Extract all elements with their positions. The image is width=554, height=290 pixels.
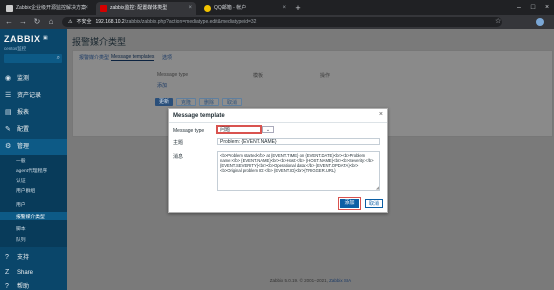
tab-message-templates[interactable]: Message templates (111, 54, 155, 61)
column-header-actions: 操作 (320, 73, 331, 79)
new-tab-icon[interactable]: + (292, 2, 304, 14)
gear-icon: ⚙ (5, 143, 12, 150)
sidebar-item-label: 配置 (17, 127, 30, 133)
message-line: <b>Original problem ID:</b> {EVENT.ID}<b… (220, 168, 336, 173)
list-icon: ☰ (5, 92, 12, 99)
sidebar-item-inventory[interactable]: ☰ 资产记录 (0, 88, 67, 104)
update-button[interactable]: 更新 (155, 98, 174, 106)
wrench-icon: ✎ (5, 126, 11, 133)
close-icon[interactable]: × (188, 2, 192, 15)
sidebar-item-support[interactable]: ? 支持 (0, 250, 67, 266)
sidebar-collapse-icon[interactable]: ▣ (43, 35, 51, 42)
sidebar-item-label: 报表 (17, 110, 30, 116)
chart-icon: ▤ (5, 109, 12, 116)
clone-button[interactable]: 克隆 (176, 98, 197, 106)
window-close-icon[interactable]: × (540, 0, 554, 15)
back-icon[interactable]: ← (3, 16, 15, 28)
sidebar: ZABBIX ▣ centos监控 ⌕ ◉ 监测 ☰ 资产记录 ▤ 报表 ✎ 配… (0, 29, 67, 290)
message-label: 消息 (173, 154, 184, 160)
dialog-title: Message template (173, 113, 225, 119)
url-host: 192.168.10.2 (95, 19, 125, 25)
reload-icon[interactable]: ↻ (31, 16, 43, 28)
submenu-item-scripts[interactable]: 脚本 (16, 225, 26, 232)
url-field[interactable]: ⚠ 不安全 192.168.10.2/zabbix/zabbix.php?actio… (62, 17, 502, 27)
forward-icon[interactable]: → (17, 16, 29, 28)
browser-tab-mediatype[interactable]: zabbix监控: 配置媒体类型 × (96, 2, 196, 15)
resize-handle-icon[interactable]: ◢ (376, 185, 379, 190)
sidebar-item-monitoring[interactable]: ◉ 监测 (0, 71, 67, 87)
divider (169, 122, 387, 123)
support-icon: ? (5, 254, 9, 261)
sidebar-item-administration[interactable]: ⚙ 管理 (0, 139, 67, 155)
home-icon[interactable]: ⌂ (45, 16, 57, 28)
browser-tab-bar: Zabbix企业级开源监控解决方案 × zabbix监控: 配置媒体类型 × Q… (0, 0, 554, 15)
tab-label: Zabbix企业级开源监控解决方案 (16, 5, 87, 11)
zabbix-favicon-icon (100, 5, 107, 12)
zabbix-logo[interactable]: ZABBIX (4, 34, 41, 44)
eye-icon: ◉ (5, 75, 12, 82)
page-title: 报警媒介类型 (72, 37, 127, 47)
subject-input[interactable]: Problem: {EVENT.NAME} (217, 138, 380, 145)
address-bar: ← → ↻ ⌂ ⚠ 不安全 192.168.10.2/zabbix/zabbix.p… (0, 15, 554, 29)
server-name: centos监控 (4, 46, 27, 51)
page-favicon-icon (6, 5, 13, 12)
tab-media-type[interactable]: 报警媒介类型 (79, 54, 109, 61)
submenu-item-authentication[interactable]: 认证 (16, 177, 26, 184)
message-template-dialog: Message template × Message type 问题 ⌄ 主题 … (168, 108, 388, 213)
message-type-label: Message type (173, 128, 205, 134)
browser-tab-qqmail[interactable]: QQ邮箱 - 帐户 × (200, 2, 290, 15)
submenu-item-general[interactable]: 一般 (16, 157, 26, 164)
tab-options[interactable]: 选项 (162, 54, 172, 61)
sidebar-item-label: 监测 (17, 76, 30, 82)
bookmark-star-icon[interactable]: ☆ (495, 17, 501, 25)
tab-label: QQ邮箱 - 帐户 (214, 5, 247, 11)
page-footer: Zabbix 5.0.19. © 2001–2021, Zabbix SIA (67, 278, 554, 283)
column-header-message-type: Message type (157, 72, 189, 78)
close-icon[interactable]: × (84, 2, 88, 15)
sidebar-item-label: 帮助 (17, 284, 30, 290)
sidebar-item-label: 管理 (17, 144, 30, 150)
sidebar-search-input[interactable]: ⌕ (4, 54, 62, 63)
cancel-button[interactable]: 取消 (365, 199, 383, 208)
sidebar-item-label: 资产记录 (17, 93, 42, 99)
sidebar-item-configuration[interactable]: ✎ 配置 (0, 122, 67, 138)
minimize-icon[interactable]: – (512, 0, 526, 15)
browser-tab-zabbix-home[interactable]: Zabbix企业级开源监控解决方案 × (2, 2, 92, 15)
submenu-item-proxies[interactable]: agent代理程序 (16, 167, 47, 174)
search-icon[interactable]: ⌕ (57, 54, 60, 63)
url-path: /zabbix/zabbix.php?action=mediatype.edit… (124, 19, 257, 25)
sidebar-item-label: 支持 (17, 255, 30, 261)
chevron-down-icon[interactable]: ⌄ (262, 126, 274, 133)
footer-link[interactable]: Zabbix SIA (329, 278, 351, 283)
maximize-icon[interactable]: □ (526, 0, 540, 15)
submenu-item-users[interactable]: 用户 (16, 201, 26, 208)
security-label: 不安全 (76, 19, 92, 25)
footer-text: Zabbix 5.0.19. © 2001–2021, (269, 278, 328, 283)
add-template-link[interactable]: 添加 (157, 82, 167, 89)
subject-label: 主题 (173, 140, 184, 146)
message-textarea[interactable]: <b>Problem started</b> at {EVENT.TIME} o… (217, 151, 380, 191)
submenu-item-media-types[interactable]: 报警媒介类型 (16, 213, 45, 220)
admin-submenu: 一般 agent代理程序 认证 用户群组 用户 报警媒介类型 脚本 队列 (0, 155, 67, 247)
message-type-select[interactable]: 问题 (216, 125, 262, 134)
sidebar-item-help[interactable]: ? 帮助 (0, 279, 67, 290)
column-header-template: 模板 (253, 73, 264, 79)
close-icon[interactable]: × (282, 2, 286, 15)
close-icon[interactable]: × (379, 111, 383, 118)
profile-avatar[interactable] (536, 18, 544, 26)
submenu-item-user-groups[interactable]: 用户群组 (16, 187, 35, 194)
submenu-item-queue[interactable]: 队列 (16, 236, 26, 243)
sidebar-item-reports[interactable]: ▤ 报表 (0, 105, 67, 121)
add-button[interactable]: 添加 (338, 197, 361, 210)
delete-button[interactable]: 删除 (199, 98, 220, 106)
tab-label: zabbix监控: 配置媒体类型 (110, 5, 168, 11)
cancel-form-button[interactable]: 取消 (222, 98, 243, 106)
help-icon: ? (5, 283, 9, 290)
qq-favicon-icon (204, 5, 211, 12)
warning-icon: ⚠ (68, 19, 73, 25)
